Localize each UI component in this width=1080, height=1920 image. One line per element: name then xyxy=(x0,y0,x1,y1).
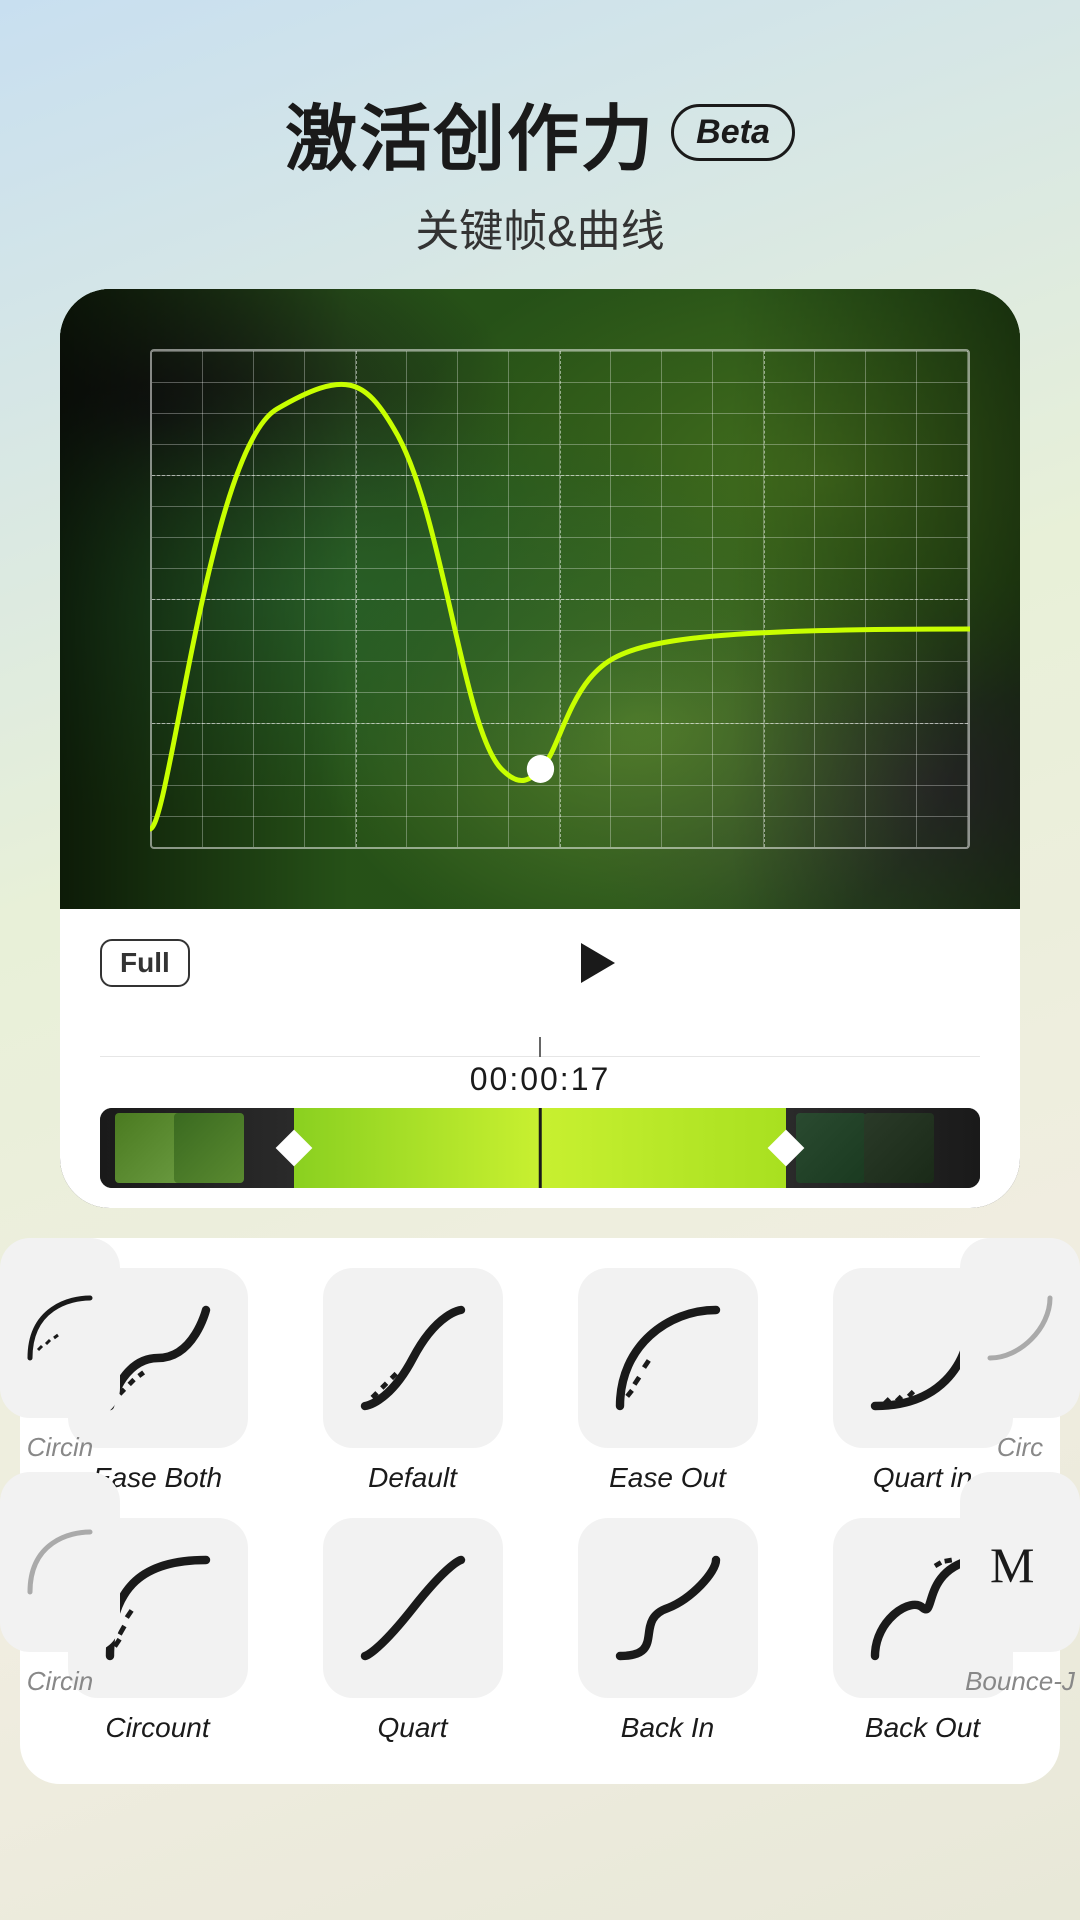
easing-card-ease-out[interactable] xyxy=(578,1268,758,1448)
full-badge[interactable]: Full xyxy=(100,939,190,987)
easing-card-back-in[interactable] xyxy=(578,1518,758,1698)
main-title: 激活创作力 xyxy=(285,80,655,185)
easing-row-1: Ease Both Default xyxy=(40,1268,1040,1494)
film-thumb-2 xyxy=(174,1113,244,1183)
back-in-icon xyxy=(608,1548,728,1668)
side-card-circin2[interactable] xyxy=(0,1472,120,1652)
playhead xyxy=(539,1108,542,1188)
easing-label-circount: Circount xyxy=(105,1712,209,1744)
easing-item-ease-out[interactable]: Ease Out xyxy=(550,1268,785,1494)
film-segment-right-dark xyxy=(786,1108,980,1188)
easing-label-quart-in: Quart in xyxy=(873,1462,973,1494)
header: 激活创作力 Beta 关键帧&曲线 xyxy=(0,0,1080,289)
easing-label-ease-out: Ease Out xyxy=(609,1462,726,1494)
video-card: Full // This will be rendered via inline… xyxy=(60,289,1020,1208)
circin-icon xyxy=(20,1288,100,1368)
timeline-area: // This will be rendered via inline SVG … xyxy=(60,1017,1020,1208)
easing-row-2: Circount Quart Back In xyxy=(40,1518,1040,1744)
animation-curve xyxy=(150,349,970,849)
bounce-icon: M xyxy=(980,1522,1060,1602)
beta-badge: Beta xyxy=(671,104,795,161)
easing-label-quart: Quart xyxy=(377,1712,447,1744)
easing-card-quart[interactable] xyxy=(323,1518,503,1698)
timeline-ruler: // This will be rendered via inline SVG … xyxy=(100,1017,980,1057)
side-card-bounce[interactable]: M xyxy=(960,1472,1080,1652)
side-peek-right-top[interactable]: Circ xyxy=(960,1238,1080,1463)
ease-out-icon xyxy=(608,1298,728,1418)
easing-card-default[interactable] xyxy=(323,1268,503,1448)
easing-panel: Ease Both Default xyxy=(20,1238,1060,1784)
film-thumb-4 xyxy=(864,1113,934,1183)
side-label-circin-bottom: Circin xyxy=(27,1666,93,1697)
side-card-circin[interactable] xyxy=(0,1238,120,1418)
circin2-icon xyxy=(20,1522,100,1602)
side-label-circin-top: Circin xyxy=(27,1432,93,1463)
default-icon xyxy=(353,1298,473,1418)
play-icon xyxy=(581,943,615,983)
controls-bar: Full xyxy=(60,909,1020,1017)
timecode: 00:00:17 xyxy=(100,1057,980,1108)
easing-label-default: Default xyxy=(368,1462,457,1494)
side-peek-left-top[interactable]: Circin xyxy=(0,1238,120,1463)
side-peek-left-bottom[interactable]: Circin xyxy=(0,1472,120,1697)
easing-panel-wrapper: Circin Circ Ease Bo xyxy=(0,1238,1080,1784)
filmstrip xyxy=(100,1108,980,1188)
film-segment-left-dark xyxy=(100,1108,294,1188)
easing-item-quart[interactable]: Quart xyxy=(295,1518,530,1744)
play-button[interactable] xyxy=(565,933,625,993)
circ-icon xyxy=(980,1288,1060,1368)
quart-icon xyxy=(353,1548,473,1668)
easing-item-back-in[interactable]: Back In xyxy=(550,1518,785,1744)
side-label-bounce: Bounce-J xyxy=(965,1666,1075,1697)
side-card-circ[interactable] xyxy=(960,1238,1080,1418)
side-peek-right-bottom[interactable]: M Bounce-J xyxy=(960,1472,1080,1697)
svg-text:M: M xyxy=(990,1537,1034,1593)
subtitle: 关键帧&曲线 xyxy=(0,195,1080,259)
ruler-svg: // This will be rendered via inline SVG … xyxy=(100,1017,980,1057)
film-thumb-3 xyxy=(796,1113,866,1183)
ruler-marks: // This will be rendered via inline SVG … xyxy=(100,1017,980,1057)
title-row: 激活创作力 Beta xyxy=(0,80,1080,185)
easing-label-back-out: Back Out xyxy=(865,1712,980,1744)
controls-center xyxy=(210,933,980,993)
easing-label-back-in: Back In xyxy=(621,1712,714,1744)
video-area xyxy=(60,289,1020,909)
timeline-wrapper[interactable] xyxy=(100,1108,980,1188)
side-label-circ: Circ xyxy=(997,1432,1043,1463)
easing-item-default[interactable]: Default xyxy=(295,1268,530,1494)
